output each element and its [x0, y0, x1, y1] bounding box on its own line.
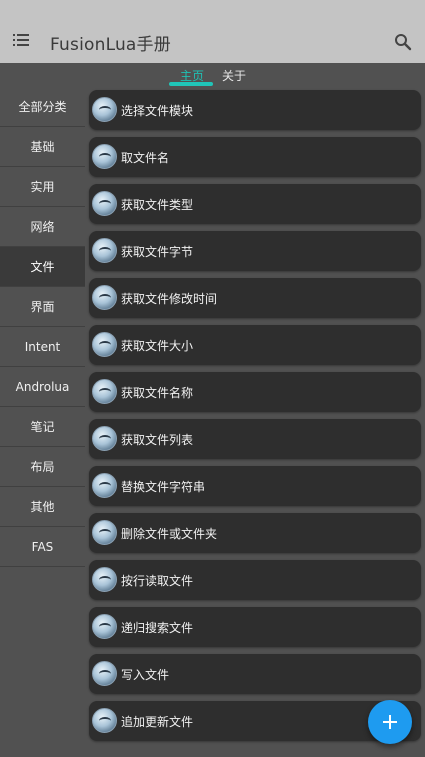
- list-item-label: 追加更新文件: [121, 715, 194, 729]
- avatar-icon: [92, 191, 117, 216]
- list-item-label: 选择文件模块: [121, 104, 194, 118]
- sidebar-item-intent[interactable]: Intent: [0, 327, 85, 367]
- list-item[interactable]: 删除文件或文件夹: [89, 513, 421, 553]
- sidebar-item-basic[interactable]: 基础: [0, 127, 85, 167]
- list-item[interactable]: 获取文件修改时间: [89, 278, 421, 318]
- sidebar-item-file[interactable]: 文件: [0, 247, 85, 287]
- snippet-list: 选择文件模块 取文件名 获取文件类型 获取文件字节 获取文件修改时间 获取文件大…: [89, 90, 421, 748]
- list-item-label: 递归搜索文件: [121, 621, 194, 635]
- avatar-icon: [92, 285, 117, 310]
- sidebar-item-layout[interactable]: 布局: [0, 447, 85, 487]
- list-item[interactable]: 获取文件类型: [89, 184, 421, 224]
- avatar-icon: [92, 520, 117, 545]
- list-item-label: 替换文件字符串: [121, 480, 206, 494]
- plus-icon: [383, 715, 397, 729]
- list-item[interactable]: 获取文件列表: [89, 419, 421, 459]
- menu-icon[interactable]: [13, 34, 29, 46]
- avatar-icon: [92, 426, 117, 451]
- list-item[interactable]: 取文件名: [89, 137, 421, 177]
- list-item[interactable]: 选择文件模块: [89, 90, 421, 130]
- list-item[interactable]: 获取文件名称: [89, 372, 421, 412]
- avatar-icon: [92, 97, 117, 122]
- list-item[interactable]: 写入文件: [89, 654, 421, 694]
- sidebar-item-fas[interactable]: FAS: [0, 527, 85, 567]
- list-item-label: 按行读取文件: [121, 574, 194, 588]
- avatar-icon: [92, 661, 117, 686]
- sidebar-item-androlua[interactable]: Androlua: [0, 367, 85, 407]
- sidebar-item-utility[interactable]: 实用: [0, 167, 85, 207]
- category-sidebar: 全部分类 基础 实用 网络 文件 界面 Intent Androlua 笔记 布…: [0, 87, 85, 757]
- sidebar-item-other[interactable]: 其他: [0, 487, 85, 527]
- sidebar-item-all[interactable]: 全部分类: [0, 87, 85, 127]
- sidebar-item-notes[interactable]: 笔记: [0, 407, 85, 447]
- tab-about[interactable]: 关于: [222, 67, 246, 84]
- add-button[interactable]: [368, 700, 412, 744]
- avatar-icon: [92, 708, 117, 733]
- app-bar: FusionLua手册: [0, 0, 425, 63]
- list-item[interactable]: 替换文件字符串: [89, 466, 421, 506]
- list-item-label: 获取文件类型: [121, 198, 194, 212]
- sidebar-item-network[interactable]: 网络: [0, 207, 85, 247]
- sidebar-item-ui[interactable]: 界面: [0, 287, 85, 327]
- tab-indicator: [169, 82, 213, 86]
- list-item-label: 删除文件或文件夹: [121, 527, 218, 541]
- tab-bar: 主页 关于: [0, 63, 425, 89]
- list-item-label: 写入文件: [121, 668, 170, 682]
- list-item-label: 取文件名: [121, 151, 170, 165]
- list-item[interactable]: 递归搜索文件: [89, 607, 421, 647]
- list-item-label: 获取文件名称: [121, 386, 194, 400]
- avatar-icon: [92, 567, 117, 592]
- list-item[interactable]: 获取文件大小: [89, 325, 421, 365]
- list-item-label: 获取文件修改时间: [121, 292, 218, 306]
- search-icon[interactable]: [394, 33, 412, 51]
- avatar-icon: [92, 473, 117, 498]
- list-item-label: 获取文件大小: [121, 339, 194, 353]
- list-item[interactable]: 按行读取文件: [89, 560, 421, 600]
- list-item[interactable]: 获取文件字节: [89, 231, 421, 271]
- avatar-icon: [92, 144, 117, 169]
- avatar-icon: [92, 332, 117, 357]
- app-title: FusionLua手册: [50, 35, 171, 55]
- avatar-icon: [92, 238, 117, 263]
- avatar-icon: [92, 379, 117, 404]
- list-item-label: 获取文件字节: [121, 245, 194, 259]
- avatar-icon: [92, 614, 117, 639]
- list-item-label: 获取文件列表: [121, 433, 194, 447]
